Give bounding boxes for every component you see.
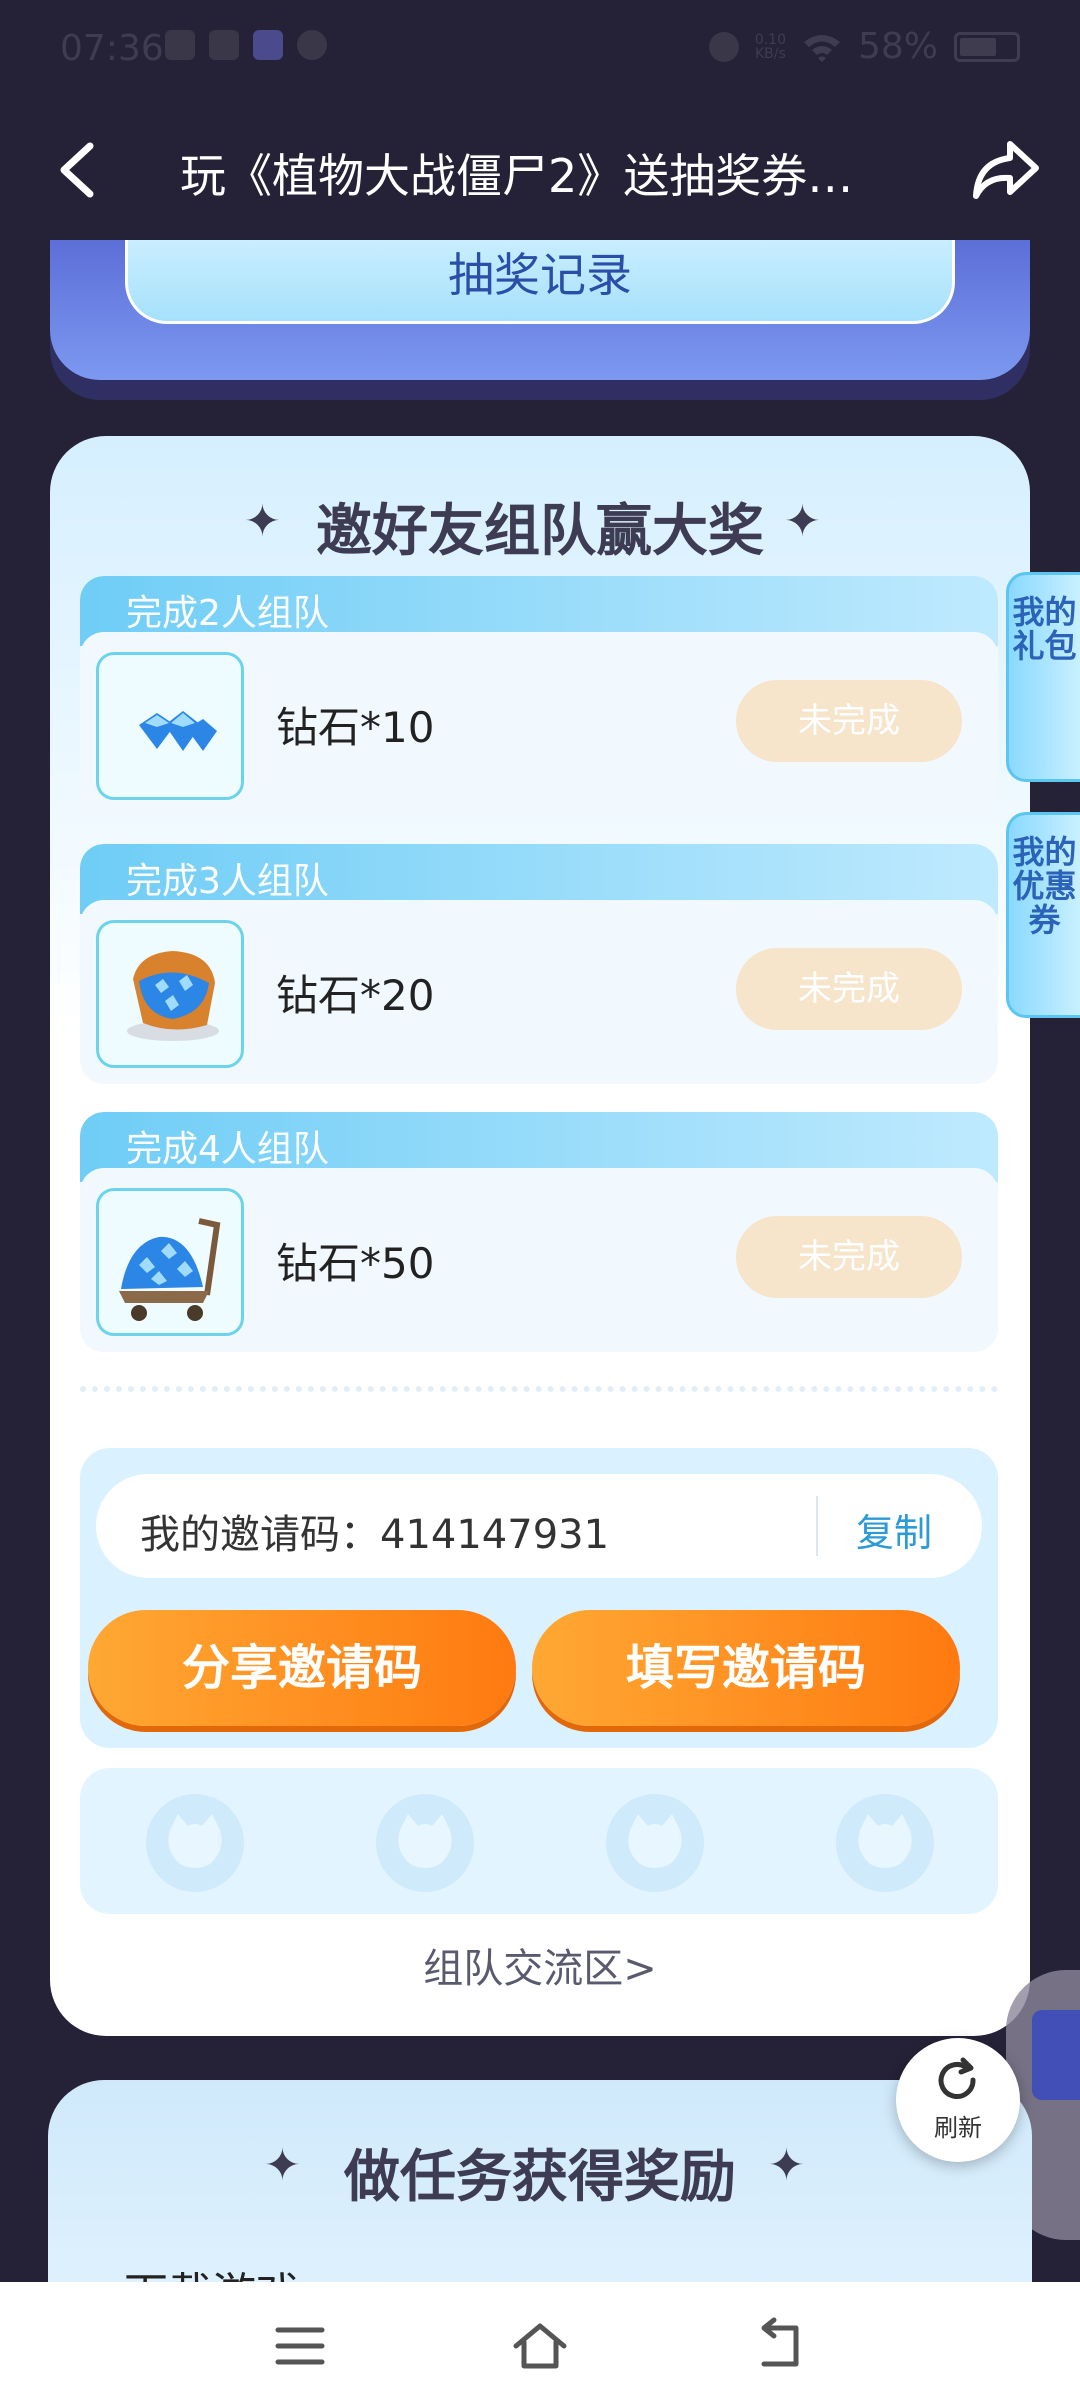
menu-icon[interactable] bbox=[270, 2316, 330, 2376]
lottery-record-button[interactable]: 抽奖记录 bbox=[125, 240, 955, 324]
team-tier: 完成2人组队 钻石*10 未完成 bbox=[80, 576, 998, 816]
my-gift-tab[interactable]: 我的礼包 bbox=[1006, 572, 1080, 782]
diamond-bag-icon bbox=[96, 920, 244, 1068]
team-tier: 完成4人组队 钻石*50 未完成 bbox=[80, 1112, 998, 1352]
battery-percent: 58% bbox=[857, 26, 938, 67]
reward-name: 钻石*50 bbox=[276, 1239, 435, 1288]
team-member-slots bbox=[80, 1768, 998, 1914]
status-button[interactable]: 未完成 bbox=[736, 680, 962, 762]
empty-avatar-icon bbox=[376, 1794, 474, 1892]
timer-icon bbox=[297, 30, 327, 60]
tier-body: 钻石*20 未完成 bbox=[80, 900, 998, 1084]
invite-code-label: 我的邀请码：414147931 bbox=[140, 1502, 609, 1560]
tier-body: 钻石*10 未完成 bbox=[80, 632, 998, 816]
tier-label: 完成3人组队 bbox=[126, 861, 329, 902]
copy-button[interactable]: 复制 bbox=[856, 1502, 932, 1557]
sparkle-icon: ✦ bbox=[768, 2140, 805, 2191]
invite-box: 我的邀请码：414147931 复制 分享邀请码 填写邀请码 bbox=[80, 1448, 998, 1748]
system-nav-bar bbox=[0, 2282, 1080, 2408]
floating-widget-icon bbox=[1032, 2010, 1080, 2100]
share-invite-button[interactable]: 分享邀请码 bbox=[88, 1610, 516, 1726]
status-time: 07:36 bbox=[60, 28, 164, 69]
wifi-icon bbox=[803, 34, 840, 62]
fill-invite-button[interactable]: 填写邀请码 bbox=[532, 1610, 960, 1726]
settings-icon bbox=[165, 30, 195, 60]
team-card: ✦ 邀好友组队赢大奖 ✦ 完成2人组队 钻石*10 未完成 完成3人组队 钻石*… bbox=[50, 436, 1030, 2036]
page-title: 玩《植物大战僵尸2》送抽奖券… bbox=[180, 149, 854, 203]
video-app-icon bbox=[253, 30, 283, 60]
empty-avatar-icon bbox=[836, 1794, 934, 1892]
tier-label: 完成4人组队 bbox=[126, 1129, 329, 1170]
battery-icon bbox=[954, 31, 1020, 62]
invite-code-pill: 我的邀请码：414147931 复制 bbox=[96, 1474, 982, 1578]
tier-label: 完成2人组队 bbox=[126, 593, 329, 634]
notification-icons bbox=[165, 30, 327, 60]
status-button[interactable]: 未完成 bbox=[736, 1216, 962, 1298]
invite-code-value: 414147931 bbox=[380, 1512, 610, 1558]
status-button[interactable]: 未完成 bbox=[736, 948, 962, 1030]
reward-name: 钻石*20 bbox=[276, 971, 435, 1020]
refresh-button[interactable]: 刷新 bbox=[896, 2038, 1020, 2162]
diamond-icon bbox=[96, 652, 244, 800]
tier-body: 钻石*50 未完成 bbox=[80, 1168, 998, 1352]
net-speed: 0.10 KB/s bbox=[754, 31, 786, 62]
app-icon bbox=[209, 30, 239, 60]
refresh-label: 刷新 bbox=[934, 2114, 982, 2142]
sparkle-icon: ✦ bbox=[784, 496, 821, 547]
invite-label-text: 我的邀请码： bbox=[140, 1512, 380, 1558]
home-icon[interactable] bbox=[510, 2316, 570, 2376]
back-icon[interactable] bbox=[50, 140, 110, 200]
nav-bar: 玩《植物大战僵尸2》送抽奖券… bbox=[0, 120, 1080, 220]
back-nav-icon[interactable] bbox=[750, 2316, 810, 2376]
refresh-icon bbox=[938, 2057, 976, 2099]
divider bbox=[816, 1496, 818, 1556]
reward-name: 钻石*10 bbox=[276, 703, 435, 752]
empty-avatar-icon bbox=[146, 1794, 244, 1892]
empty-avatar-icon bbox=[606, 1794, 704, 1892]
share-icon[interactable] bbox=[970, 138, 1040, 202]
alarm-icon bbox=[708, 31, 739, 62]
team-tier: 完成3人组队 钻石*20 未完成 bbox=[80, 844, 998, 1084]
team-chat-link[interactable]: 组队交流区> bbox=[50, 1936, 1030, 1994]
my-coupon-tab[interactable]: 我的优惠券 bbox=[1006, 812, 1080, 1018]
diamond-cart-icon bbox=[96, 1188, 244, 1336]
status-right: 0.10 KB/s 58% bbox=[708, 26, 1020, 67]
task-section-title: 做任务获得奖励 bbox=[344, 2145, 736, 2210]
team-section-title: 邀好友组队赢大奖 bbox=[316, 499, 764, 564]
divider bbox=[80, 1386, 998, 1392]
status-bar: 07:36 0.10 KB/s 58% bbox=[0, 0, 1080, 100]
